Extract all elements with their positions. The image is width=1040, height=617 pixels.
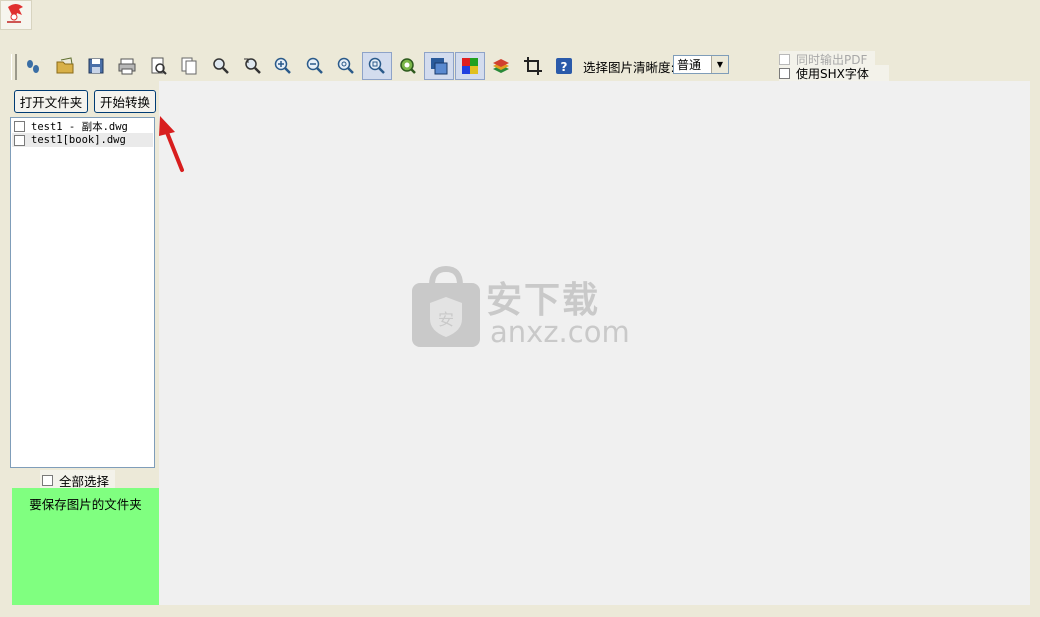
toolbar-button-open-folder[interactable] xyxy=(50,52,80,80)
copy-pages-icon xyxy=(181,57,197,75)
toolbar-button-save[interactable] xyxy=(81,52,111,80)
crop-icon xyxy=(524,57,542,75)
file-list-item[interactable]: test1 - 副本.dwg xyxy=(12,119,153,133)
file-name: test1[book].dwg xyxy=(31,134,126,146)
toolbar-button-layers-window[interactable] xyxy=(424,52,454,80)
toolbar-grip[interactable] xyxy=(11,54,17,80)
shopping-bag-logo-icon: 安 xyxy=(412,265,480,347)
clarity-label: 选择图片清晰度: xyxy=(583,60,675,75)
toolbar-button-zoom-previous[interactable] xyxy=(393,52,423,80)
toolbar-button-zoom-in[interactable] xyxy=(268,52,298,80)
toolbar-button-layer-stack[interactable] xyxy=(486,52,516,80)
watermark-domain: anxz.com xyxy=(490,315,630,349)
layers-window-icon xyxy=(431,58,448,75)
start-convert-button[interactable]: 开始转换 xyxy=(94,90,156,113)
toolbar-button-crop[interactable] xyxy=(518,52,548,80)
print-icon xyxy=(118,58,136,75)
clarity-value: 普通 xyxy=(677,58,702,72)
file-list[interactable]: test1 - 副本.dwg test1[book].dwg xyxy=(10,117,155,468)
open-folder-icon xyxy=(56,57,74,74)
app-icon xyxy=(0,0,32,30)
layer-stack-icon xyxy=(493,59,509,73)
help-icon: ? xyxy=(556,58,572,74)
zoom-extents-icon xyxy=(368,57,385,74)
watermark: 安 安下载 anxz.com xyxy=(410,265,640,351)
zoom-out-icon xyxy=(306,57,323,74)
toolbar-button-magnifier[interactable] xyxy=(206,52,236,80)
save-icon xyxy=(88,58,104,74)
svg-text:?: ? xyxy=(561,60,568,74)
toolbar-button-zoom-out[interactable] xyxy=(300,52,330,80)
zoom-in-icon xyxy=(274,57,291,74)
open-folder-button[interactable]: 打开文件夹 xyxy=(14,90,88,113)
toolbar-button-footprints[interactable] xyxy=(18,52,48,80)
use-shx-font-option[interactable]: 使用SHX字体 xyxy=(779,65,889,82)
zoom-previous-icon xyxy=(400,58,416,74)
chevron-down-icon[interactable]: ▼ xyxy=(711,56,728,73)
save-folder-panel[interactable]: 要保存图片的文件夹 xyxy=(12,488,159,605)
watermark-logo-char: 安 xyxy=(438,310,454,329)
file-checkbox[interactable] xyxy=(14,120,25,132)
file-checkbox[interactable] xyxy=(14,134,25,146)
toolbar-button-print-preview[interactable] xyxy=(143,52,173,80)
toolbar-button-zoom-extents[interactable] xyxy=(362,52,392,80)
file-name: test1 - 副本.dwg xyxy=(31,120,128,133)
toolbar-button-color-palette[interactable] xyxy=(455,52,485,80)
toolbar-button-zoom-all[interactable] xyxy=(331,52,361,80)
output-pdf-checkbox[interactable] xyxy=(779,54,790,65)
select-all-checkbox[interactable] xyxy=(42,475,53,486)
print-preview-icon xyxy=(151,57,167,75)
toolbar-button-help[interactable]: ? xyxy=(549,52,579,80)
use-shx-font-checkbox[interactable] xyxy=(779,68,790,79)
zoom-all-icon xyxy=(337,57,354,74)
toolbar-button-copy-pages[interactable] xyxy=(174,52,204,80)
color-palette-icon xyxy=(462,58,478,74)
zoom-window-icon xyxy=(244,58,261,74)
red-arrow-annotation xyxy=(159,116,184,172)
footprints-icon xyxy=(27,60,39,73)
use-shx-font-label: 使用SHX字体 xyxy=(796,67,869,81)
file-list-item[interactable]: test1[book].dwg xyxy=(12,133,153,147)
clarity-select[interactable]: 普通 ▼ xyxy=(673,55,729,74)
save-folder-label: 要保存图片的文件夹 xyxy=(29,497,142,512)
toolbar-button-zoom-window[interactable] xyxy=(237,52,267,80)
toolbar-button-print[interactable] xyxy=(112,52,142,80)
magnifier-icon xyxy=(213,58,229,74)
